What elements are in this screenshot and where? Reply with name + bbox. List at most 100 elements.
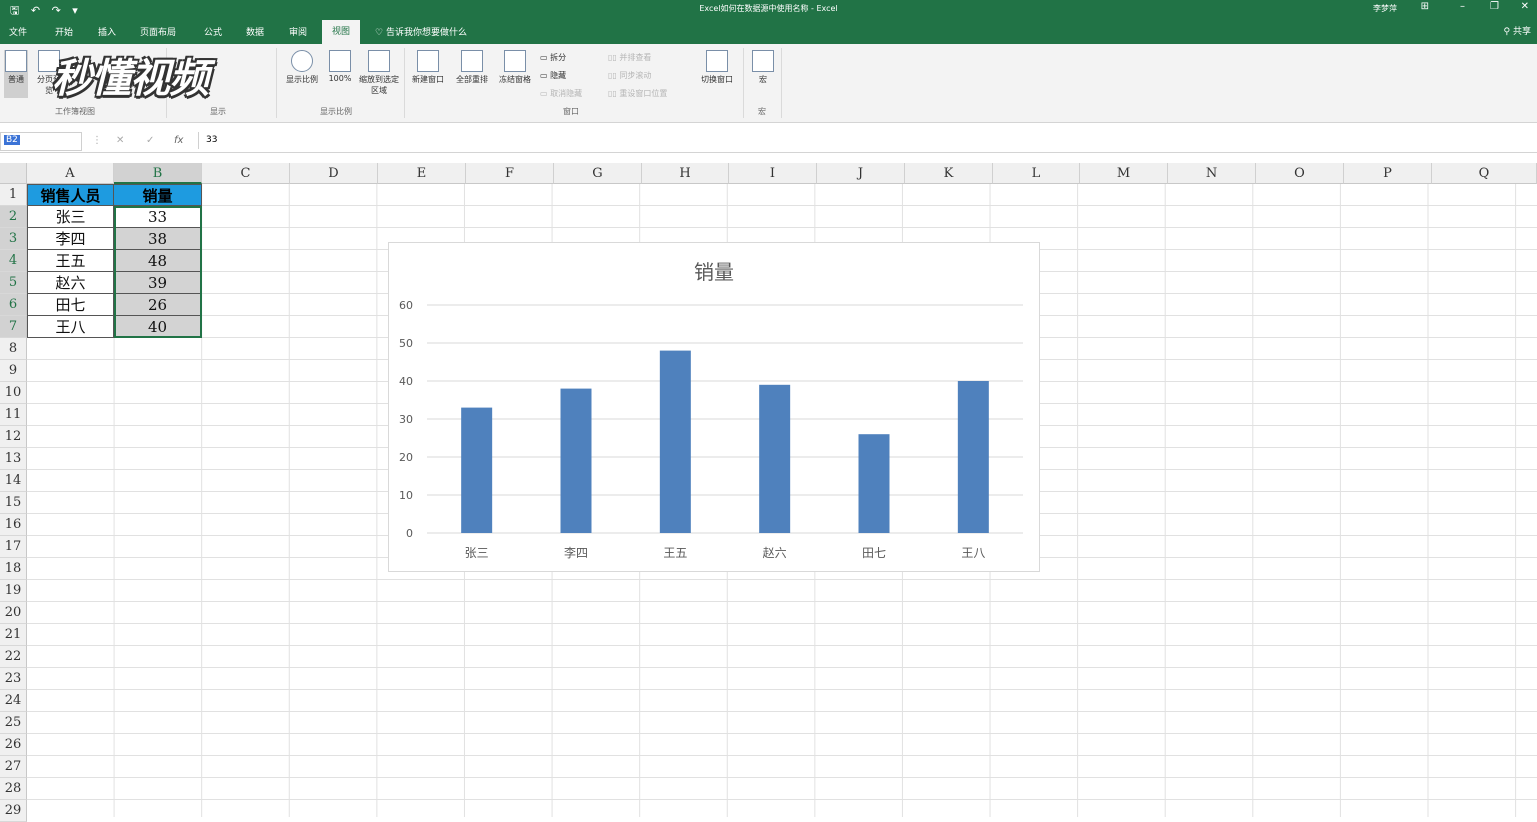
row-header-23[interactable]: 23 [0,668,27,690]
row-header-4[interactable]: 4 [0,250,27,272]
row-header-11[interactable]: 11 [0,404,27,426]
tell-me-search[interactable]: ♡ 告诉我你想要做什么 [375,25,467,38]
table-cell-value[interactable]: 26 [114,294,202,316]
side-by-side-button[interactable]: ▯▯ 并排查看 [608,52,651,63]
tab-view[interactable]: 视图 [322,20,361,44]
row-header-9[interactable]: 9 [0,360,27,382]
row-header-13[interactable]: 13 [0,448,27,470]
bar[interactable] [957,381,989,533]
row-header-28[interactable]: 28 [0,778,27,800]
hide-button[interactable]: ▭ 隐藏 [540,70,566,81]
row-header-10[interactable]: 10 [0,382,27,404]
insert-function-icon[interactable]: fx [174,135,183,146]
table-cell-name[interactable]: 李四 [27,228,114,250]
column-header-g[interactable]: G [554,163,642,184]
zoom-to-selection-button[interactable]: 缩放到选定区域 [358,50,400,96]
select-all-corner[interactable] [0,163,27,184]
sync-scroll-button[interactable]: ▯▯ 同步滚动 [608,70,651,81]
restore-icon[interactable]: ❐ [1490,1,1499,12]
row-header-14[interactable]: 14 [0,470,27,492]
table-header-cell[interactable]: 销量 [114,184,202,206]
reset-window-position-button[interactable]: ▯▯ 重设窗口位置 [608,88,667,99]
bar[interactable] [858,434,890,533]
minimize-icon[interactable]: – [1460,1,1465,12]
row-header-17[interactable]: 17 [0,536,27,558]
close-icon[interactable]: ✕ [1521,1,1529,12]
column-header-l[interactable]: L [993,163,1080,184]
column-header-j[interactable]: J [817,163,905,184]
row-header-7[interactable]: 7 [0,316,27,338]
column-header-q[interactable]: Q [1432,163,1537,184]
bar[interactable] [461,407,493,533]
table-cell-name[interactable]: 王五 [27,250,114,272]
row-header-27[interactable]: 27 [0,756,27,778]
row-header-21[interactable]: 21 [0,624,27,646]
arrange-all-button[interactable]: 全部重排 [452,50,492,85]
row-header-16[interactable]: 16 [0,514,27,536]
column-header-k[interactable]: K [905,163,993,184]
new-window-button[interactable]: 新建窗口 [408,50,448,85]
user-name[interactable]: 李梦萍 [1373,3,1397,14]
macros-button[interactable]: 宏 [750,50,776,85]
ribbon-display-icon[interactable]: ⊞ [1421,1,1429,12]
bar[interactable] [759,384,791,533]
table-cell-name[interactable]: 王八 [27,316,114,338]
share-button[interactable]: ⚲ 共享 [1504,24,1531,37]
enter-icon[interactable]: ✓ [146,135,154,146]
table-cell-name[interactable]: 赵六 [27,272,114,294]
zoom-100-button[interactable]: 100% [326,50,354,83]
column-header-c[interactable]: C [202,163,290,184]
row-header-20[interactable]: 20 [0,602,27,624]
tab-review[interactable]: 审阅 [289,25,307,39]
row-header-2[interactable]: 2 [0,206,27,228]
tab-file[interactable]: 文件 [9,25,27,39]
table-header-cell[interactable]: 销售人员 [27,184,114,206]
column-header-e[interactable]: E [378,163,466,184]
table-cell-value[interactable]: 39 [114,272,202,294]
bar[interactable] [659,350,691,533]
unhide-button[interactable]: ▭ 取消隐藏 [540,88,582,99]
row-header-3[interactable]: 3 [0,228,27,250]
row-header-12[interactable]: 12 [0,426,27,448]
column-header-f[interactable]: F [466,163,554,184]
table-cell-value[interactable]: 38 [114,228,202,250]
row-header-8[interactable]: 8 [0,338,27,360]
row-header-29[interactable]: 29 [0,800,27,822]
column-header-m[interactable]: M [1080,163,1168,184]
row-header-22[interactable]: 22 [0,646,27,668]
name-box[interactable]: B2 [0,132,82,151]
tab-insert[interactable]: 插入 [98,25,116,39]
table-cell-value[interactable]: 33 [114,206,202,228]
table-cell-value[interactable]: 40 [114,316,202,338]
row-header-1[interactable]: 1 [0,184,27,206]
bar[interactable] [560,388,592,533]
switch-windows-button[interactable]: 切换窗口 [696,50,738,85]
tab-data[interactable]: 数据 [246,25,264,39]
row-header-25[interactable]: 25 [0,712,27,734]
table-cell-name[interactable]: 田七 [27,294,114,316]
tab-home[interactable]: 开始 [55,25,73,39]
row-header-26[interactable]: 26 [0,734,27,756]
column-header-n[interactable]: N [1168,163,1256,184]
row-header-18[interactable]: 18 [0,558,27,580]
tab-page-layout[interactable]: 页面布局 [140,25,176,39]
chart-container[interactable]: 销量 0 10 20 30 40 50 60 张三 李四 王五 赵六 田七 王八 [388,242,1040,572]
split-button[interactable]: ▭ 拆分 [540,52,566,63]
column-header-h[interactable]: H [642,163,729,184]
column-header-a[interactable]: A [27,163,114,184]
column-header-o[interactable]: O [1256,163,1344,184]
tab-formulas[interactable]: 公式 [204,25,222,39]
normal-view-button[interactable]: 普通 [4,50,28,98]
cancel-icon[interactable]: ✕ [116,135,124,146]
column-header-i[interactable]: I [729,163,817,184]
table-cell-name[interactable]: 张三 [27,206,114,228]
row-header-5[interactable]: 5 [0,272,27,294]
formula-input[interactable] [198,132,1536,149]
column-header-d[interactable]: D [290,163,378,184]
zoom-button[interactable]: 显示比例 [282,50,322,85]
row-header-19[interactable]: 19 [0,580,27,602]
table-cell-value[interactable]: 48 [114,250,202,272]
row-header-6[interactable]: 6 [0,294,27,316]
row-header-15[interactable]: 15 [0,492,27,514]
row-header-24[interactable]: 24 [0,690,27,712]
